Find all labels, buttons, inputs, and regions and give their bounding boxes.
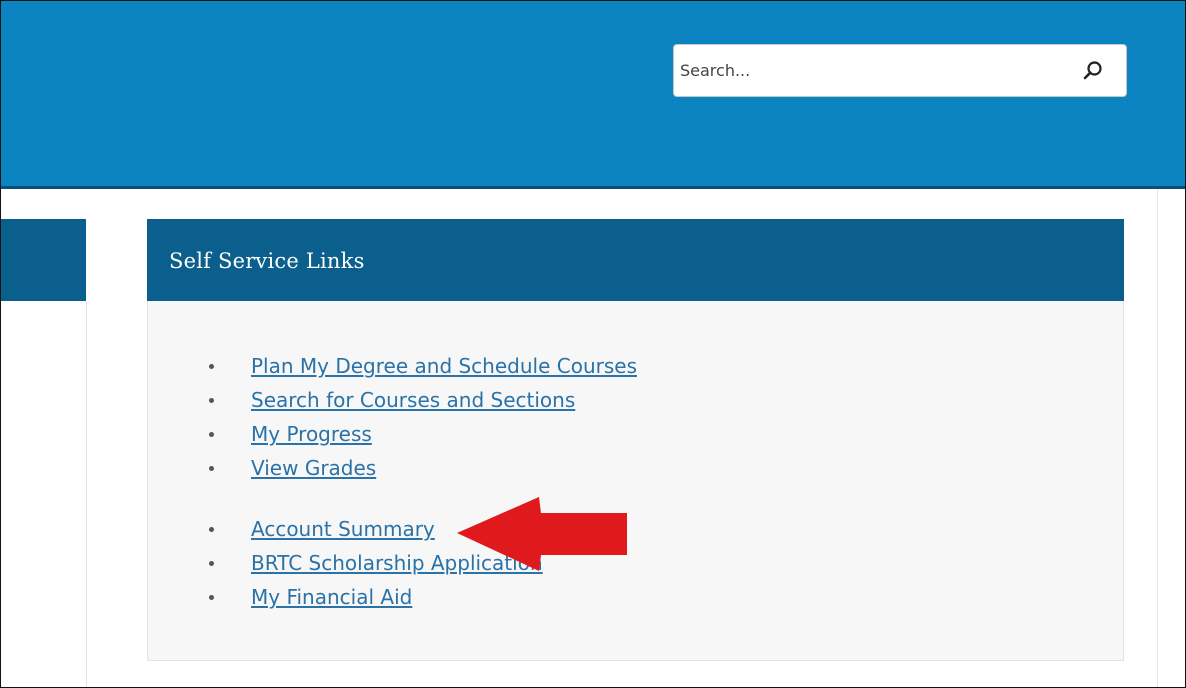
site-header (1, 1, 1185, 189)
bullet-icon (209, 527, 214, 532)
bullet-icon (209, 364, 214, 369)
bullet-icon (209, 561, 214, 566)
search-icon[interactable] (1082, 60, 1104, 82)
link-account-summary[interactable]: Account Summary (251, 517, 435, 541)
bullet-icon (209, 432, 214, 437)
link-plan-my-degree[interactable]: Plan My Degree and Schedule Courses (251, 354, 637, 378)
link-search-courses[interactable]: Search for Courses and Sections (251, 388, 575, 412)
link-view-grades[interactable]: View Grades (251, 456, 376, 480)
panel-header: Self Service Links (147, 219, 1124, 301)
search-box[interactable] (673, 44, 1127, 97)
bullet-icon (209, 466, 214, 471)
link-my-financial-aid[interactable]: My Financial Aid (251, 585, 412, 609)
panel-title: Self Service Links (169, 249, 365, 273)
red-arrow-annotation-icon (457, 497, 627, 571)
link-my-progress[interactable]: My Progress (251, 422, 372, 446)
self-service-panel: Self Service Links Plan My Degree and Sc… (147, 219, 1124, 661)
bullet-icon (209, 595, 214, 600)
left-panel-header (1, 219, 86, 301)
search-input[interactable] (680, 45, 1070, 96)
bullet-icon (209, 398, 214, 403)
page-frame: Self Service Links Plan My Degree and Sc… (0, 0, 1186, 688)
left-panel-border (86, 301, 87, 687)
right-panel-border (1157, 189, 1158, 687)
